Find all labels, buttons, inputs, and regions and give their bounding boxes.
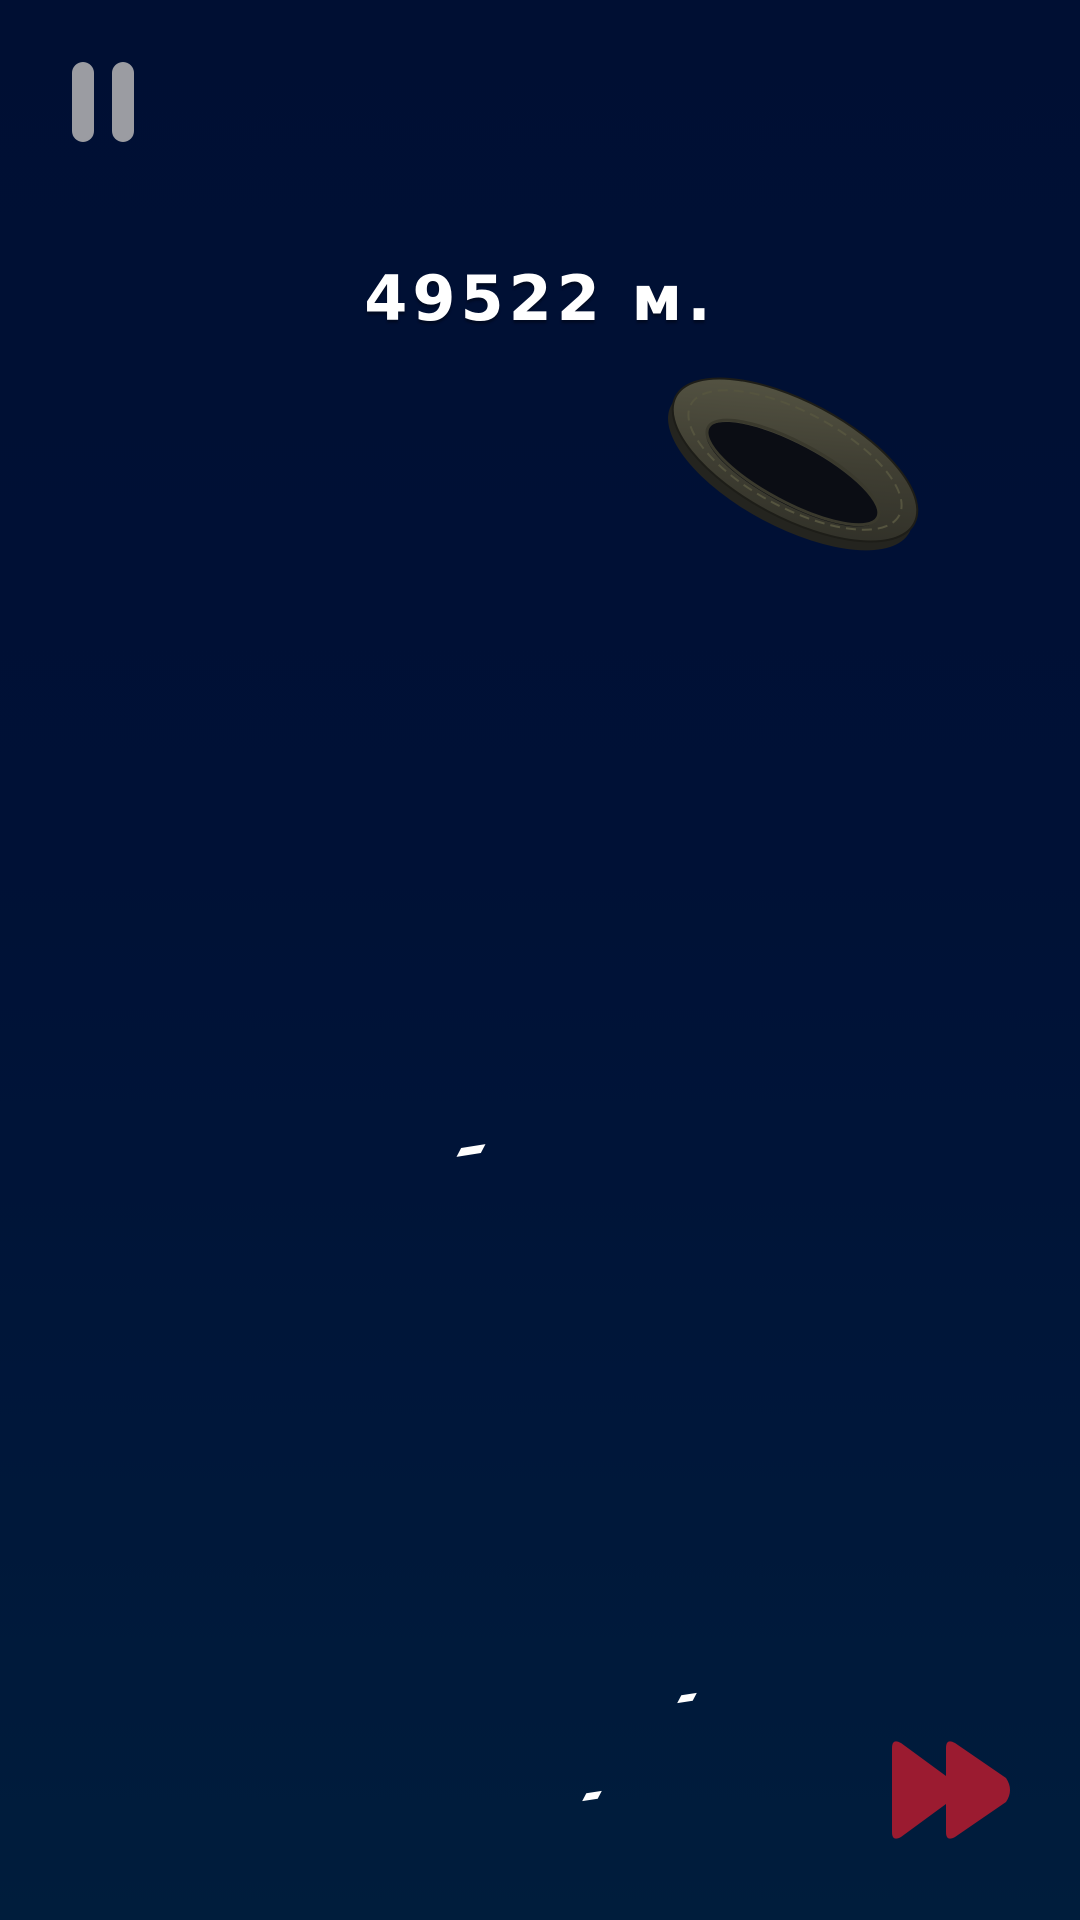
fast-forward-icon bbox=[892, 1741, 1010, 1839]
snow-particle bbox=[456, 1144, 486, 1157]
tire-object bbox=[660, 360, 930, 560]
fast-forward-button[interactable] bbox=[884, 1738, 1016, 1842]
pause-icon-bar-right bbox=[112, 62, 134, 142]
snow-particle bbox=[582, 1790, 602, 1802]
snow-particle bbox=[677, 1692, 697, 1704]
pause-button[interactable] bbox=[70, 62, 136, 144]
pause-icon-bar-left bbox=[72, 62, 94, 142]
distance-counter: 49522 м. bbox=[364, 262, 716, 335]
tire-icon bbox=[668, 377, 919, 551]
